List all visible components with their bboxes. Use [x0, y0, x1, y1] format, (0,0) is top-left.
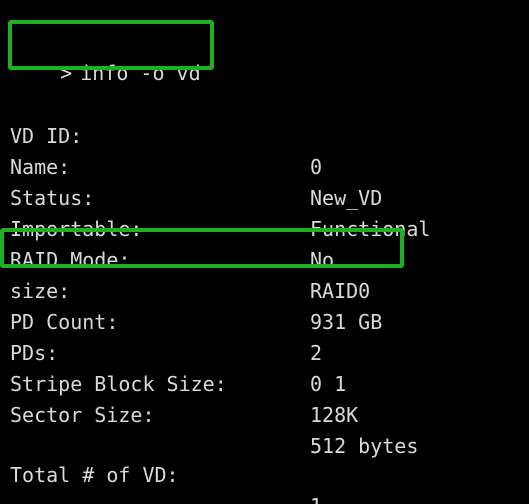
field-row-pds: PDs: 0 1 — [10, 307, 520, 396]
field-row-status: Status: Functional — [10, 152, 520, 241]
field-row-stripe-block-size: Stripe Block Size: 128K — [10, 338, 520, 427]
terminal-window[interactable]: > info -o vd VD ID: 0 Name: New_VD Status… — [0, 0, 529, 504]
raid-mode-highlight-box — [0, 228, 404, 268]
field-label: Sector Size: — [10, 403, 155, 427]
field-row-sector-size: Sector Size: 512 bytes — [10, 369, 520, 458]
field-row-total-vd: Total # of VD: 1 — [10, 429, 520, 504]
field-label: Total # of VD: — [10, 463, 179, 487]
field-value: 128K — [310, 403, 359, 427]
field-value: 1 — [310, 491, 322, 504]
command-highlight-box — [8, 20, 214, 70]
field-row-name: Name: New_VD — [10, 121, 520, 210]
field-row-vd-id: VD ID: 0 — [10, 90, 520, 179]
field-row-pd-count: PD Count: 2 — [10, 276, 520, 365]
vd-info-output: VD ID: 0 Name: New_VD Status: Functional… — [10, 90, 520, 504]
field-row-importable: Importable: No — [10, 183, 520, 272]
